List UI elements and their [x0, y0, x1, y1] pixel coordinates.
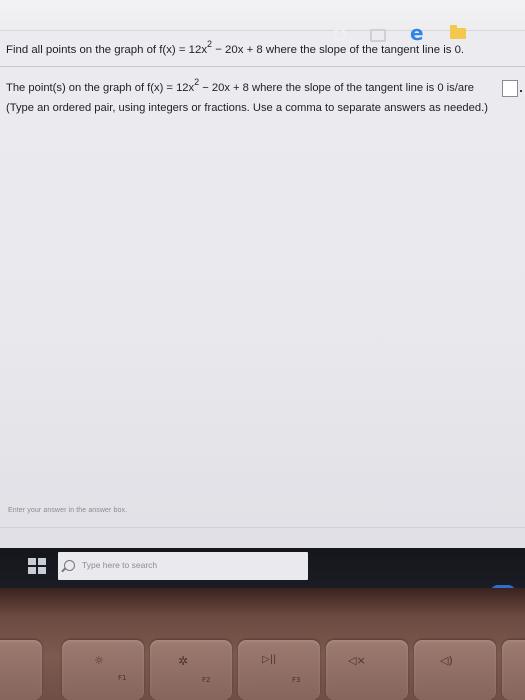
task-view-icon[interactable]: [370, 29, 386, 42]
brightness-down-icon: ☼: [94, 654, 104, 667]
top-strip: [0, 0, 525, 31]
volume-icon: ◁): [440, 654, 453, 667]
keyboard-key-mute: ◁×: [326, 640, 408, 700]
search-placeholder: Type here to search: [82, 560, 158, 570]
hint-divider: [0, 527, 525, 528]
answer-input[interactable]: [502, 80, 518, 97]
prompt-exponent: 2: [207, 39, 213, 49]
answer-text: The point(s) on the graph of f(x) = 12x: [6, 82, 195, 94]
key-label-f2: F2: [202, 676, 211, 684]
cortana-icon[interactable]: [333, 28, 346, 41]
file-explorer-icon[interactable]: [450, 25, 466, 39]
prompt-text-end: − 20x + 8 where the slope of the tangent…: [212, 44, 465, 56]
mute-icon: ◁×: [348, 654, 366, 667]
answer-box-wrap: [500, 80, 518, 98]
question-prompt: Find all points on the graph of f(x) = 1…: [6, 39, 521, 56]
taskbar-search-box[interactable]: Type here to search: [58, 552, 308, 580]
keyboard-key-f3: ▷|| F3: [238, 640, 320, 700]
enter-answer-hint: Enter your answer in the answer box.: [8, 507, 128, 514]
key-label-f3: F3: [292, 676, 301, 684]
search-icon: [64, 560, 75, 571]
keyboard-key-f1: ☼ F1: [62, 640, 144, 700]
play-pause-icon: ▷||: [262, 654, 277, 665]
prompt-text: Find all points on the graph of f(x) = 1…: [6, 44, 208, 56]
question-divider: [0, 66, 525, 67]
edge-icon[interactable]: e: [410, 23, 426, 43]
keyboard-key-volume-down: ◁): [414, 640, 496, 700]
answer-instructions: (Type an ordered pair, using integers or…: [6, 102, 488, 114]
taskbar: Type here to search: [0, 548, 525, 588]
key-label-f1: F1: [118, 674, 127, 682]
answer-text-end: − 20x + 8 where the slope of the tangent…: [199, 82, 475, 94]
windows-icon[interactable]: [28, 558, 46, 574]
keyboard-key-f2: ✲ F2: [150, 640, 232, 700]
answer-exponent: 2: [194, 77, 200, 87]
keyboard-key-edge: [502, 640, 525, 700]
screen: Find all points on the graph of f(x) = 1…: [0, 0, 525, 548]
sentence-period: [520, 90, 522, 92]
brightness-up-icon: ✲: [178, 654, 189, 668]
keyboard-key-esc: [0, 640, 42, 700]
answer-statement: The point(s) on the graph of f(x) = 12x2…: [6, 77, 506, 94]
